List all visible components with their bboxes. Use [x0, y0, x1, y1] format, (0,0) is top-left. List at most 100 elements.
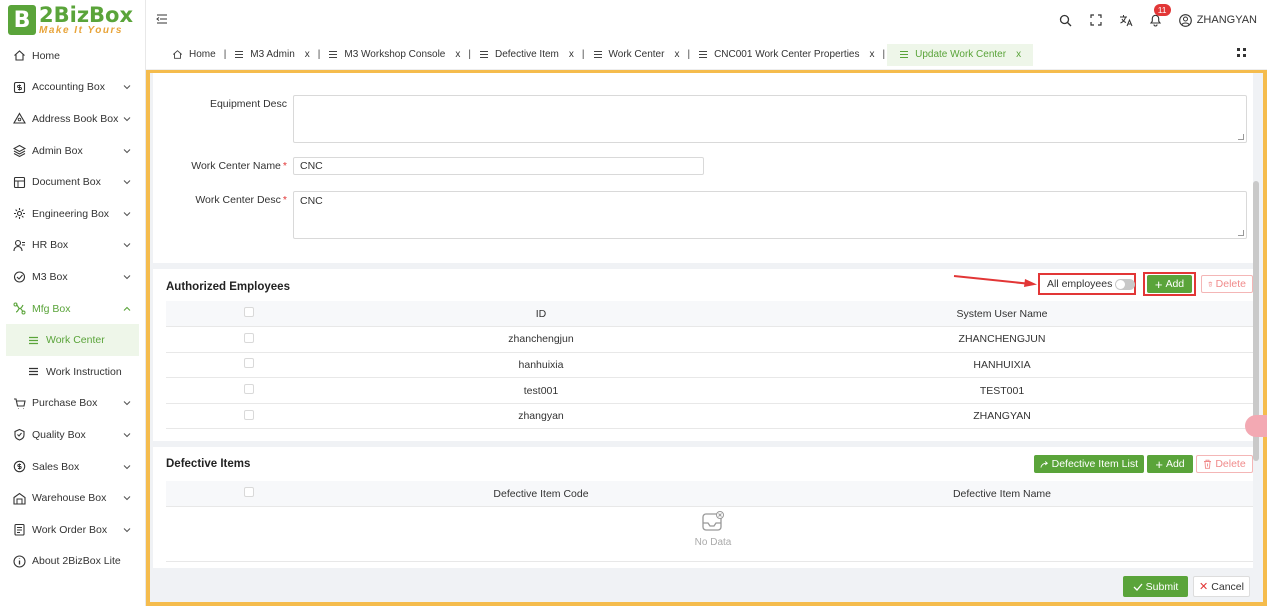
sidebar-item-warehouse-box[interactable]: Warehouse Box	[0, 482, 145, 514]
list-icon	[26, 333, 40, 347]
chevron-down-icon	[123, 83, 131, 92]
sidebar-item-hr-box[interactable]: HR Box	[0, 230, 145, 262]
m3-icon	[12, 270, 26, 284]
search-icon[interactable]	[1059, 13, 1073, 27]
tab-m3-workshop-console[interactable]: M3 Workshop Console x	[322, 44, 466, 66]
sidebar-item-document-box[interactable]: Document Box	[0, 166, 145, 198]
plus-icon: +	[1154, 276, 1163, 292]
table-row[interactable]: hanhuixia HANHUIXIA	[166, 352, 1253, 379]
sidebar-item-mfg-box[interactable]: Mfg Box	[0, 293, 145, 325]
menu-icon	[479, 50, 488, 59]
address-icon	[12, 112, 26, 126]
add-employee-button[interactable]: + Add	[1147, 275, 1192, 293]
menu-icon	[329, 50, 338, 59]
cart-icon	[12, 396, 26, 410]
sidebar-item-work-instruction[interactable]: Work Instruction	[0, 356, 145, 388]
all-employees-switch[interactable]	[1115, 278, 1136, 290]
tab-home[interactable]: Home	[166, 44, 222, 66]
sidebar-item-label: Admin Box	[32, 144, 83, 157]
sidebar-item-work-order-box[interactable]: Work Order Box	[0, 514, 145, 546]
username: ZHANGYAN	[1196, 14, 1257, 26]
delete-defective-item-button[interactable]: Delete	[1196, 455, 1253, 473]
work-center-desc-field[interactable]: CNC	[293, 191, 1247, 239]
tab-bar: Home | M3 Admin x | M3 Workshop Console x | Defe…	[146, 40, 1267, 70]
add-defective-item-button[interactable]: + Add	[1147, 455, 1193, 473]
tab-cnc001-work-center-properties[interactable]: CNC001 Work Center Properties x	[692, 44, 880, 66]
row-checkbox[interactable]	[243, 358, 254, 369]
tab-m3-admin[interactable]: M3 Admin x	[228, 44, 315, 66]
floating-translate-tab[interactable]	[1245, 415, 1267, 437]
work-center-name-label: Work Center Name	[191, 160, 281, 172]
sidebar-item-m3-box[interactable]: M3 Box	[0, 261, 145, 293]
row-checkbox[interactable]	[243, 332, 254, 343]
row-checkbox[interactable]	[243, 409, 254, 420]
table-row[interactable]: test001 TEST001	[166, 377, 1253, 404]
close-tab-icon[interactable]: x	[305, 49, 310, 60]
form-card: Equipment Desc Work Center Name * CNC Wor…	[153, 73, 1253, 263]
sidebar-item-address-book-box[interactable]: Address Book Box	[0, 103, 145, 135]
workorder-icon	[12, 523, 26, 537]
sidebar-item-purchase-box[interactable]: Purchase Box	[0, 388, 145, 420]
chevron-down-icon	[123, 146, 131, 155]
sidebar-item-label: Document Box	[32, 176, 101, 189]
fullscreen-icon[interactable]	[1089, 13, 1103, 27]
sidebar-item-about-2bizbox-lite[interactable]: About 2BizBox Lite	[0, 546, 145, 578]
sidebar-item-label: Work Instruction	[46, 365, 122, 378]
close-icon: ✕	[1199, 581, 1209, 593]
close-tab-icon[interactable]: x	[455, 49, 460, 60]
equipment-desc-label: Equipment Desc	[209, 98, 287, 110]
collapse-sidebar-icon[interactable]	[156, 13, 168, 28]
close-tab-icon[interactable]: x	[569, 49, 574, 60]
cancel-button[interactable]: ✕ Cancel	[1193, 576, 1250, 597]
tab-separator: |	[581, 49, 585, 60]
tab-defective-item[interactable]: Defective Item x	[473, 44, 580, 66]
sidebar-item-home[interactable]: Home	[0, 40, 145, 72]
equipment-desc-field[interactable]	[293, 95, 1247, 143]
defective-item-list-button[interactable]: Defective Item List	[1034, 455, 1144, 473]
sidebar-item-label: Mfg Box	[32, 302, 71, 315]
logo[interactable]: B 2BizBox Make It Yours	[0, 0, 145, 40]
sidebar-item-admin-box[interactable]: Admin Box	[0, 135, 145, 167]
close-tab-icon[interactable]: x	[1016, 49, 1021, 60]
menu-icon	[235, 50, 244, 59]
submit-button[interactable]: Submit	[1123, 576, 1188, 597]
table-row[interactable]: zhanchengjun ZHANCHENGJUN	[166, 326, 1253, 353]
row-checkbox[interactable]	[243, 384, 254, 395]
sidebar-item-engineering-box[interactable]: Engineering Box	[0, 198, 145, 230]
dollar-doc-icon	[12, 80, 26, 94]
close-tab-icon[interactable]: x	[870, 49, 875, 60]
employee-id-cell: zhangyan	[331, 403, 751, 430]
sidebar-item-label: Accounting Box	[32, 81, 105, 94]
defective-items-card: Defective Items Defective Item List + Add…	[153, 447, 1253, 568]
logo-subtitle: Make It Yours	[39, 24, 123, 36]
warehouse-icon	[12, 491, 26, 505]
user-menu[interactable]: ZHANGYAN	[1178, 13, 1257, 27]
tab-separator: |	[687, 49, 691, 60]
top-bar: 11 ZHANGYAN	[146, 0, 1267, 40]
sidebar-item-label: Work Center	[46, 334, 105, 347]
sidebar-item-work-center[interactable]: Work Center	[6, 324, 139, 356]
logo-mark: B	[8, 5, 36, 35]
work-center-name-field[interactable]: CNC	[293, 157, 704, 175]
sidebar-item-accounting-box[interactable]: Accounting Box	[0, 72, 145, 104]
chevron-down-icon	[123, 399, 131, 408]
chevron-down-icon	[123, 241, 131, 250]
empty-inbox-icon	[702, 511, 724, 531]
bell-icon[interactable]: 11	[1149, 4, 1171, 27]
home-icon	[12, 49, 26, 63]
tab-update-work-center[interactable]: Update Work Center x	[887, 43, 1034, 66]
authorized-employees-card: Authorized Employees All employees + Add …	[153, 269, 1253, 441]
select-all-checkbox[interactable]	[243, 487, 254, 498]
table-row[interactable]: zhangyan ZHANGYAN	[166, 403, 1253, 430]
tabs-menu-icon[interactable]	[1236, 47, 1247, 61]
all-employees-toggle[interactable]: All employees	[1047, 278, 1136, 290]
sidebar-item-sales-box[interactable]: Sales Box	[0, 451, 145, 483]
sidebar-item-quality-box[interactable]: Quality Box	[0, 419, 145, 451]
tab-work-center[interactable]: Work Center x	[587, 44, 686, 66]
close-tab-icon[interactable]: x	[674, 49, 679, 60]
tab-separator: |	[468, 49, 471, 60]
translate-icon[interactable]	[1119, 13, 1133, 27]
delete-employee-button[interactable]: Delete	[1201, 275, 1253, 293]
select-all-checkbox[interactable]	[243, 307, 254, 318]
annotation-arrow-icon	[953, 275, 1037, 287]
